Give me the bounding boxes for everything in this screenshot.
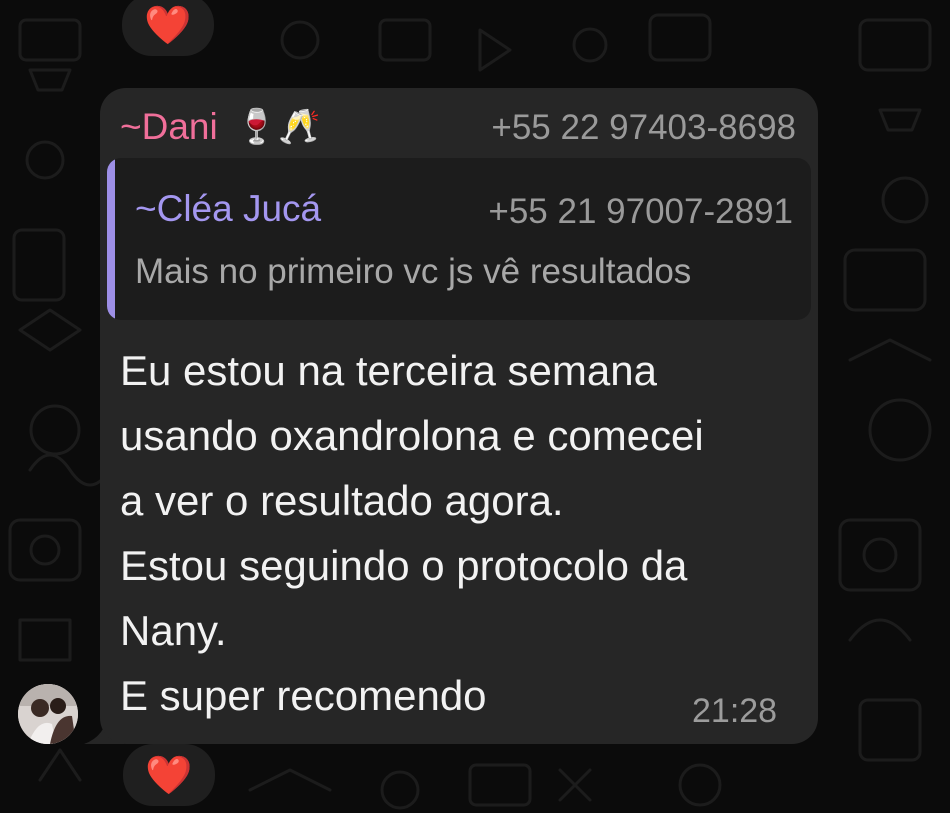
sender-emoji: 🍷🥂 [235,107,321,147]
message-line: a ver o resultado agora. [120,477,564,524]
quote-text: Mais no primeiro vc js vê resultados [135,252,692,291]
sender-phone[interactable]: +55 22 97403-8698 [491,108,796,148]
heart-reaction-bottom[interactable]: ❤️ [123,744,215,806]
quote-accent-bar [107,158,115,320]
message-line: Estou seguindo o protocolo da [120,542,688,589]
heart-icon: ❤️ [145,752,193,797]
avatar-photo [18,684,78,744]
quote-sender-phone: +55 21 97007-2891 [488,192,793,231]
quote-sender-name: ~Cléa Jucá [135,188,322,229]
avatar[interactable] [18,684,78,744]
message-line: Eu estou na terceira semana [120,347,657,394]
message-line: Nany. [120,607,227,654]
message-body: Eu estou na terceira semana usando oxand… [120,338,810,728]
heart-icon: ❤️ [144,2,192,47]
message-line: usando oxandrolona e comecei [120,412,704,459]
quoted-message[interactable]: ~Cléa Jucá +55 21 97007-2891 Mais no pri… [107,158,811,320]
sender-header: ~Dani 🍷🥂 +55 22 97403-8698 [120,104,800,150]
sender-name[interactable]: ~Dani [120,106,218,148]
heart-reaction-top[interactable]: ❤️ [122,0,214,56]
message-timestamp: 21:28 [692,692,778,730]
